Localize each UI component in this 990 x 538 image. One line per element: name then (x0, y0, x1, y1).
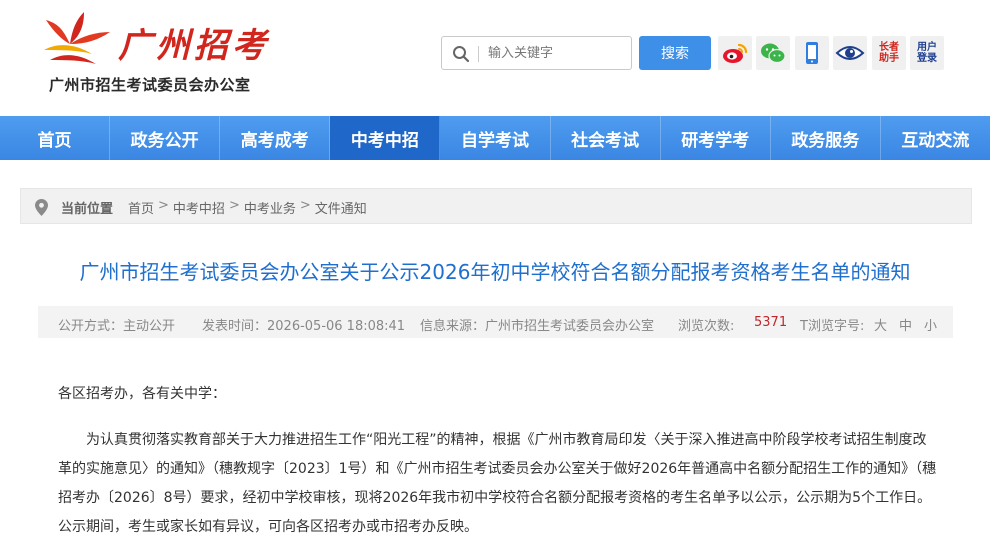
location-pin-icon (35, 199, 48, 216)
weibo-icon (723, 43, 748, 63)
font-size-medium-button[interactable]: 中 (899, 315, 912, 334)
elder-assist-line1: 长者 (879, 42, 899, 53)
meta-views-count: 5371 (754, 315, 788, 330)
breadcrumb-notices[interactable]: 文件通知 (315, 198, 367, 217)
breadcrumb-label: 当前位置 (61, 202, 114, 217)
breadcrumb-separator: > (299, 198, 311, 213)
breadcrumb-zhongkao[interactable]: 中考中招 (173, 198, 225, 217)
article-meta: 公开方式：主动公开 发表时间：2026-05-06 18:08:41 信息来源：… (38, 306, 953, 338)
nav-item-social-exam[interactable]: 社会考试 (551, 116, 661, 160)
weibo-button[interactable] (718, 36, 752, 70)
logo-subtitle: 广州市招生考试委员会办公室 (49, 76, 251, 94)
meta-font-size-label: T浏览字号: (800, 319, 865, 334)
eye-icon (835, 46, 865, 60)
wechat-button[interactable] (756, 36, 790, 70)
search-icon (453, 46, 470, 63)
nav-item-gaokao[interactable]: 高考成考 (220, 116, 331, 160)
article-paragraph: 为认真贯彻落实教育部关于大力推进招生工作“阳光工程”的精神，根据《广州市教育局印… (58, 432, 937, 535)
article-greeting: 各区招考办，各有关中学： (58, 386, 226, 402)
mobile-button[interactable] (795, 36, 829, 70)
article-title: 广州市招生考试委员会办公室关于公示2026年初中学校符合名额分配报考资格考生名单… (79, 260, 911, 284)
meta-source: 信息来源：广州市招生考试委员会办公室 (420, 319, 655, 334)
accessibility-button[interactable] (833, 36, 867, 70)
meta-publish-time: 发表时间：2026-05-06 18:08:41 (202, 319, 406, 334)
nav-item-postgrad-exam[interactable]: 研考学考 (661, 116, 771, 160)
breadcrumb-zhongkao-business[interactable]: 中考业务 (244, 198, 296, 217)
search-input[interactable] (488, 41, 626, 65)
elder-assist-button[interactable]: 长者 助手 (872, 36, 906, 70)
search-divider (478, 46, 479, 62)
logo-title: 广州招考 (118, 26, 270, 66)
font-size-small-button[interactable]: 小 (924, 315, 937, 334)
search-button[interactable]: 搜索 (639, 36, 711, 70)
user-login-button[interactable]: 用户 登录 (910, 36, 944, 70)
site-header: 广州招考 广州市招生考试委员会办公室 搜索 (0, 0, 990, 108)
main-nav: 首页 政务公开 高考成考 中考中招 自学考试 社会考试 研考学考 政务服务 互动… (0, 116, 990, 160)
breadcrumb-home[interactable]: 首页 (128, 198, 154, 217)
wechat-icon (761, 43, 786, 64)
article-body: 各区招考办，各有关中学： 为认真贯彻落实教育部关于大力推进招生工作“阳光工程”的… (58, 380, 938, 538)
elder-assist-line2: 助手 (879, 53, 899, 64)
nav-item-zhongkao[interactable]: 中考中招 (330, 116, 441, 160)
logo-flower-icon (44, 12, 110, 64)
nav-item-gov-services[interactable]: 政务服务 (771, 116, 881, 160)
breadcrumb-separator: > (158, 198, 169, 213)
meta-disclosure: 公开方式：主动公开 (58, 319, 176, 334)
user-login-line2: 登录 (917, 53, 937, 64)
font-size-large-button[interactable]: 大 (874, 315, 887, 334)
nav-item-interaction[interactable]: 互动交流 (881, 116, 990, 160)
mobile-icon (806, 42, 818, 64)
meta-views-label: 浏览次数: (678, 319, 735, 334)
breadcrumb-separator: > (228, 198, 240, 213)
breadcrumb-links: 首页 > 中考中招 > 中考业务 > 文件通知 (128, 198, 367, 217)
nav-item-home[interactable]: 首页 (0, 116, 111, 160)
user-login-line1: 用户 (917, 42, 937, 53)
nav-item-self-study-exam[interactable]: 自学考试 (440, 116, 551, 160)
nav-item-gov-affairs[interactable]: 政务公开 (110, 116, 221, 160)
breadcrumb: 当前位置 首页 > 中考中招 > 中考业务 > 文件通知 (20, 188, 972, 224)
search-box (441, 36, 632, 70)
